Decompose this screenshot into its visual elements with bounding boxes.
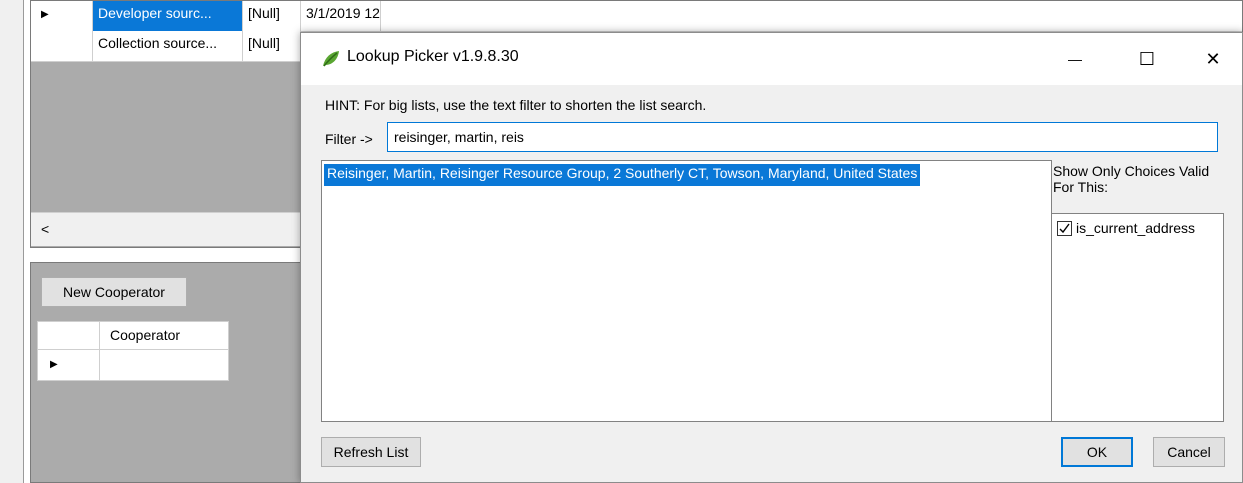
grid-cell-value[interactable]: [Null]: [243, 31, 301, 61]
grid-row[interactable]: Collection source... [Null]: [31, 31, 301, 62]
grid-cell-source[interactable]: Collection source...: [93, 31, 243, 61]
grid-corner: [38, 322, 100, 350]
cooperator-grid: Cooperator ▶: [37, 321, 229, 381]
grid-cell-date[interactable]: 3/1/2019 12:00: [301, 1, 381, 31]
lookup-picker-dialog: Lookup Picker v1.9.8.30 — ☐ ✕ HINT: For …: [300, 32, 1243, 483]
refresh-list-button[interactable]: Refresh List: [321, 437, 421, 467]
app-leaf-icon: [323, 51, 339, 67]
new-cooperator-button[interactable]: New Cooperator: [41, 277, 187, 307]
cooperator-panel: New Cooperator Cooperator ▶: [30, 262, 312, 483]
dialog-titlebar[interactable]: Lookup Picker v1.9.8.30 — ☐ ✕: [301, 33, 1242, 85]
choices-list: is_current_address: [1051, 213, 1224, 422]
checkbox[interactable]: [1057, 220, 1072, 236]
dialog-title: Lookup Picker v1.9.8.30: [347, 48, 519, 65]
ok-button[interactable]: OK: [1061, 437, 1133, 467]
scroll-left-arrow-icon[interactable]: <: [41, 221, 49, 237]
close-icon: ✕: [1205, 48, 1221, 69]
maximize-icon: ☐: [1138, 48, 1156, 69]
horizontal-scrollbar[interactable]: <: [31, 212, 311, 246]
list-item[interactable]: Reisinger, Martin, Reisinger Resource Gr…: [324, 164, 921, 186]
hint-text: HINT: For big lists, use the text filter…: [325, 97, 707, 113]
grid-cell-source[interactable]: Developer sourc...: [93, 1, 243, 31]
row-indicator: [31, 31, 93, 61]
is-current-address-option[interactable]: is_current_address: [1057, 220, 1195, 236]
cooperator-column-header[interactable]: Cooperator: [100, 322, 228, 350]
row-indicator: ▶: [38, 350, 100, 380]
maximize-button[interactable]: ☐: [1123, 33, 1171, 85]
cancel-button[interactable]: Cancel: [1153, 437, 1225, 467]
close-button[interactable]: ✕: [1189, 33, 1237, 85]
checkbox-label: is_current_address: [1076, 220, 1196, 236]
checkmark-icon: [1059, 223, 1070, 233]
left-window-edge: [0, 0, 24, 483]
choices-label: Show Only Choices Valid For This:: [1053, 163, 1210, 195]
minimize-icon: —: [1068, 51, 1082, 67]
grid-cell-value[interactable]: [Null]: [243, 1, 301, 31]
cooperator-cell[interactable]: [100, 350, 228, 380]
grid-row[interactable]: ▶ Developer sourc... [Null] 3/1/2019 12:…: [31, 1, 1242, 32]
minimize-button[interactable]: —: [1051, 33, 1099, 85]
row-indicator: ▶: [31, 1, 93, 31]
filter-input[interactable]: [387, 122, 1218, 152]
filter-label: Filter ->: [325, 131, 373, 147]
results-list[interactable]: Reisinger, Martin, Reisinger Resource Gr…: [321, 160, 1052, 422]
